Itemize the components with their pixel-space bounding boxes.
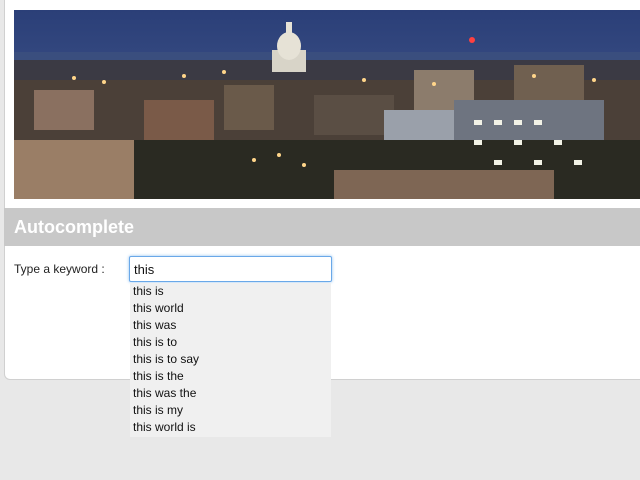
suggestion-item[interactable]: this was [130, 317, 331, 334]
autocomplete-suggestions: this is this world this was this is to t… [130, 283, 331, 437]
suggestion-item[interactable]: this world [130, 300, 331, 317]
keyword-input[interactable] [129, 256, 332, 282]
suggestion-item[interactable]: this is [130, 283, 331, 300]
suggestion-item[interactable]: this is my [130, 402, 331, 419]
keyword-label: Type a keyword : [14, 262, 105, 276]
suggestion-item[interactable]: this is the [130, 368, 331, 385]
suggestion-item[interactable]: this is to [130, 334, 331, 351]
suggestion-item[interactable]: this is to say [130, 351, 331, 368]
suggestion-item[interactable]: this was the [130, 385, 331, 402]
page-title: Autocomplete [14, 217, 135, 237]
suggestion-item[interactable]: this world is [130, 419, 331, 436]
city-skyline-photo [14, 10, 640, 199]
title-bar: Autocomplete [4, 208, 640, 246]
